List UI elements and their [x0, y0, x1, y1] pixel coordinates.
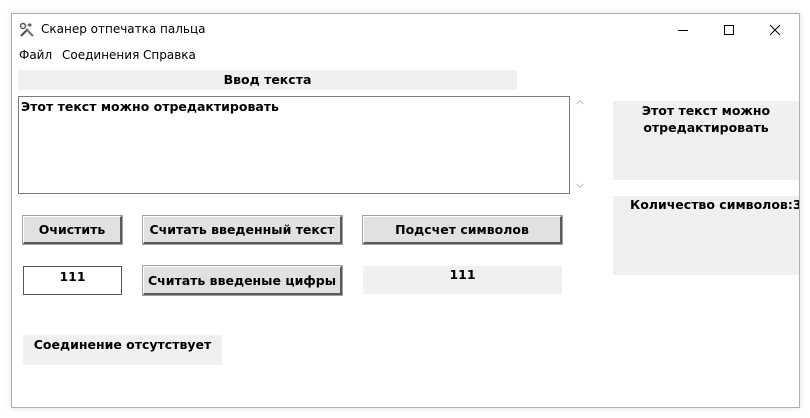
- app-tools-icon: [19, 22, 34, 37]
- window-title: Сканер отпечатка пальца: [41, 22, 206, 36]
- scroll-down-icon: [576, 183, 584, 189]
- close-button[interactable]: [752, 14, 798, 45]
- close-icon: [769, 24, 781, 35]
- menu-file[interactable]: Файл: [19, 48, 52, 62]
- app-window: Сканер отпечатка пальца Файл Соединения …: [11, 13, 800, 408]
- read-text-button[interactable]: Считать введенный текст: [142, 215, 343, 245]
- menu-bar: Файл Соединения Справка: [12, 45, 799, 65]
- maximize-icon: [724, 24, 734, 35]
- input-section-label: Ввод текста: [18, 70, 517, 90]
- text-scrollbar[interactable]: [573, 96, 587, 194]
- connection-status: Соединение отсутствует: [23, 335, 222, 365]
- maximize-button[interactable]: [706, 14, 752, 45]
- scroll-up-icon: [576, 99, 584, 105]
- count-chars-button[interactable]: Подсчет символов: [362, 215, 563, 245]
- digits-output: 111: [363, 266, 562, 294]
- digits-input[interactable]: 111: [23, 266, 122, 295]
- title-bar: Сканер отпечатка пальца: [12, 14, 799, 45]
- char-count-panel: Количество символов:32: [613, 196, 799, 275]
- menu-help[interactable]: Справка: [143, 48, 196, 62]
- text-input[interactable]: Этот текст можно отредактировать: [18, 96, 570, 194]
- minimize-icon: [678, 29, 688, 31]
- read-digits-button[interactable]: Считать введеные цифры: [142, 265, 343, 296]
- menu-connections[interactable]: Соединения: [62, 48, 139, 62]
- clear-button[interactable]: Очистить: [22, 215, 123, 245]
- text-output-panel: Этот текст можно отредактировать: [613, 101, 799, 180]
- minimize-button[interactable]: [660, 14, 706, 45]
